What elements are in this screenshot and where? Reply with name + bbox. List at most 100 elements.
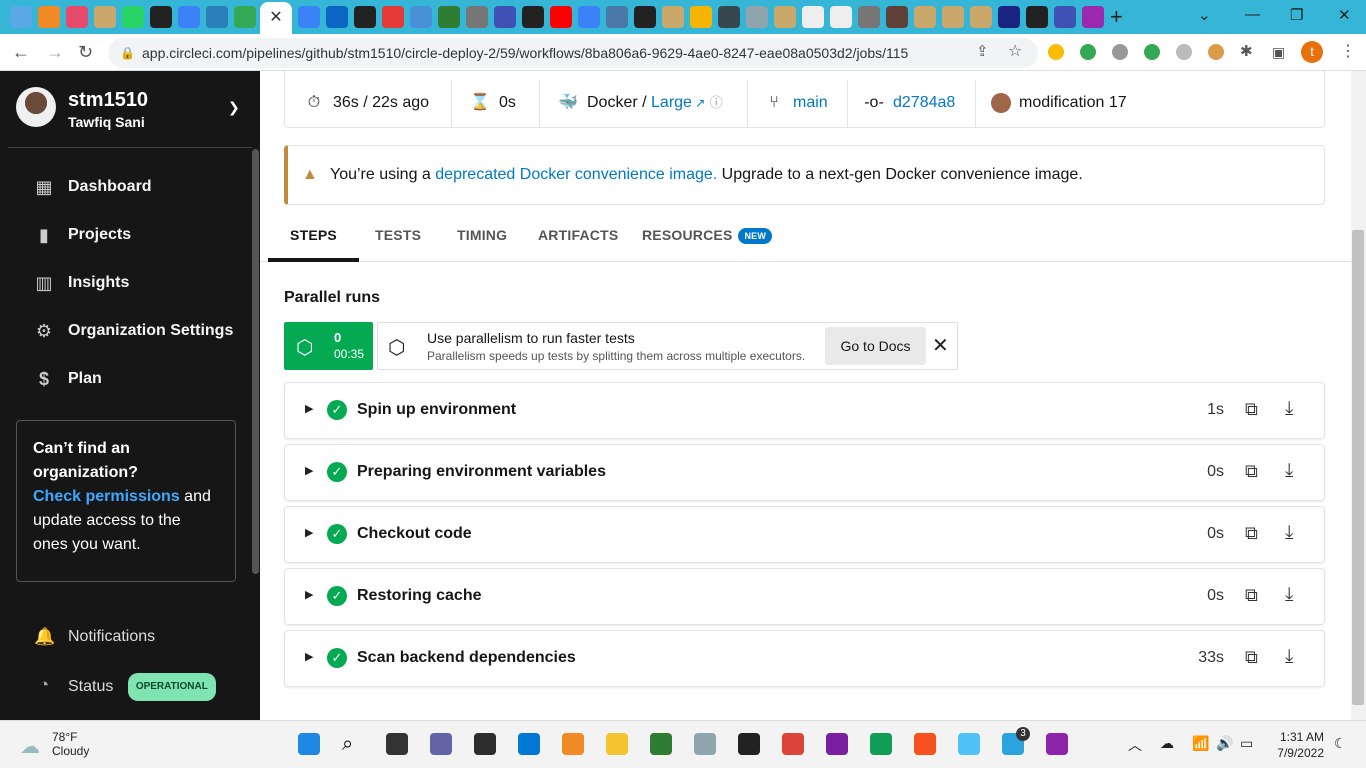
download-icon[interactable]: ⤓ xyxy=(1285,522,1293,544)
open-external-icon[interactable]: ⧉ xyxy=(1245,647,1258,668)
side-panel-icon[interactable]: ▣ xyxy=(1272,42,1285,62)
tab-favicon[interactable] xyxy=(382,6,404,28)
cloud-sync-icon[interactable]: ☁ xyxy=(1160,735,1174,752)
profile-avatar[interactable]: t xyxy=(1301,41,1323,63)
tab-favicon[interactable] xyxy=(206,6,228,28)
extension-icon[interactable] xyxy=(1176,44,1192,60)
git-client-icon[interactable] xyxy=(914,733,936,755)
url-input[interactable]: 🔒 app.circleci.com/pipelines/github/stm1… xyxy=(108,38,1038,68)
tab-favicon[interactable] xyxy=(662,6,684,28)
sidebar-item-plan[interactable]: $ Plan xyxy=(34,365,254,393)
window-close-icon[interactable]: ✕ xyxy=(1338,6,1351,24)
media-player-icon[interactable] xyxy=(738,733,760,755)
file-explorer-icon[interactable] xyxy=(606,733,628,755)
tab-favicon[interactable] xyxy=(886,6,908,28)
tab-favicon[interactable] xyxy=(858,6,880,28)
tab-favicon[interactable] xyxy=(718,6,740,28)
resource-class-link[interactable]: Large xyxy=(651,94,692,111)
tab-favicon[interactable] xyxy=(122,6,144,28)
minimize-icon[interactable]: — xyxy=(1245,6,1260,23)
network-app-icon[interactable] xyxy=(650,733,672,755)
wifi-icon[interactable]: 📶 xyxy=(1192,735,1209,752)
puzzle-extensions-icon[interactable]: ✱ xyxy=(1240,42,1253,62)
tab-steps[interactable]: STEPS xyxy=(268,227,359,262)
tor-browser-icon[interactable] xyxy=(826,733,848,755)
tab-favicon[interactable] xyxy=(178,6,200,28)
tab-favicon[interactable] xyxy=(802,6,824,28)
step-row[interactable]: ▶ ✓ Restoring cache 0s ⧉ ⤓ xyxy=(284,568,1325,625)
task-view-icon[interactable] xyxy=(386,733,408,755)
tab-favicon[interactable] xyxy=(550,6,572,28)
parallel-run-0[interactable]: ⬡ 0 00:35 xyxy=(284,322,373,370)
notepad-icon[interactable] xyxy=(958,733,980,755)
tab-favicon[interactable] xyxy=(774,6,796,28)
forward-arrow-icon[interactable]: → xyxy=(46,42,64,62)
caret-right-icon[interactable]: ▶ xyxy=(305,650,313,663)
reload-icon[interactable]: ↻ xyxy=(78,42,93,62)
tab-favicon[interactable] xyxy=(494,6,516,28)
tab-favicon[interactable] xyxy=(66,6,88,28)
tab-favicon[interactable] xyxy=(150,6,172,28)
tab-tests[interactable]: TESTS xyxy=(375,227,421,262)
tab-favicon[interactable] xyxy=(38,6,60,28)
tab-favicon[interactable] xyxy=(914,6,936,28)
tab-artifacts[interactable]: ARTIFACTS xyxy=(538,227,618,262)
sidebar-scrollbar[interactable] xyxy=(252,149,259,574)
back-arrow-icon[interactable]: ← xyxy=(12,42,30,62)
tab-favicon[interactable] xyxy=(10,6,32,28)
sidebar-item-projects[interactable]: ▮ Projects xyxy=(34,221,254,249)
step-row[interactable]: ▶ ✓ Checkout code 0s ⧉ ⤓ xyxy=(284,506,1325,563)
caret-right-icon[interactable]: ▶ xyxy=(305,526,313,539)
scanner-app-icon[interactable] xyxy=(694,733,716,755)
deprecated-image-link[interactable]: deprecated Docker convenience image. xyxy=(435,166,717,183)
sidebar-item-dashboard[interactable]: ▦ Dashboard xyxy=(34,173,254,201)
tab-favicon[interactable] xyxy=(578,6,600,28)
bookmark-star-icon[interactable]: ☆ xyxy=(1008,42,1022,62)
commit-link[interactable]: d2784a8 xyxy=(893,94,955,111)
tab-search-chevron-icon[interactable]: ⌄ xyxy=(1198,6,1211,24)
tab-favicon[interactable] xyxy=(354,6,376,28)
weather-widget[interactable]: ☁ 78°F Cloudy xyxy=(20,730,89,758)
chat-icon[interactable] xyxy=(430,733,452,755)
open-external-icon[interactable]: ⧉ xyxy=(1245,399,1258,420)
tab-close-icon[interactable]: ✕ xyxy=(260,2,292,34)
new-tab-plus-icon[interactable]: + xyxy=(1110,4,1123,30)
sidebar-item-status[interactable]: ◔ Status OPERATIONAL xyxy=(34,673,254,701)
tab-favicon[interactable] xyxy=(606,6,628,28)
volume-icon[interactable]: 🔊 xyxy=(1216,735,1233,752)
extension-icon[interactable] xyxy=(1080,44,1096,60)
chrome-icon[interactable] xyxy=(782,733,804,755)
tab-favicon[interactable] xyxy=(1054,6,1076,28)
branch-link[interactable]: main xyxy=(793,94,828,111)
open-external-icon[interactable]: ⧉ xyxy=(1245,461,1258,482)
tab-favicon[interactable] xyxy=(298,6,320,28)
browser-menu-icon[interactable]: ⋮ xyxy=(1340,42,1356,62)
caret-right-icon[interactable]: ▶ xyxy=(305,588,313,601)
battery-icon[interactable]: ▭ xyxy=(1240,735,1253,752)
tab-favicon[interactable] xyxy=(690,6,712,28)
user-avatar[interactable] xyxy=(16,87,56,127)
page-scrollbar-thumb[interactable] xyxy=(1352,230,1364,705)
extension-icon[interactable] xyxy=(1048,44,1064,60)
tab-favicon[interactable] xyxy=(970,6,992,28)
tab-resources[interactable]: RESOURCES NEW xyxy=(642,227,773,262)
tab-favicon[interactable] xyxy=(1026,6,1048,28)
download-icon[interactable]: ⤓ xyxy=(1285,646,1293,668)
tab-favicon[interactable] xyxy=(410,6,432,28)
sidebar-item-insights[interactable]: ▥ Insights xyxy=(34,269,254,297)
tab-favicon[interactable] xyxy=(466,6,488,28)
focus-moon-icon[interactable]: ☾ xyxy=(1334,735,1347,752)
caret-right-icon[interactable]: ▶ xyxy=(305,402,313,415)
extension-icon[interactable] xyxy=(1112,44,1128,60)
close-icon[interactable]: ✕ xyxy=(932,333,949,358)
chevron-down-icon[interactable]: ❯ xyxy=(228,99,240,116)
download-icon[interactable]: ⤓ xyxy=(1285,584,1293,606)
search-icon[interactable]: ⌕ xyxy=(342,733,364,755)
tab-favicon[interactable] xyxy=(438,6,460,28)
terminal-icon[interactable] xyxy=(474,733,496,755)
maximize-icon[interactable]: ❐ xyxy=(1290,6,1303,24)
step-row[interactable]: ▶ ✓ Preparing environment variables 0s ⧉… xyxy=(284,444,1325,501)
open-external-icon[interactable]: ⧉ xyxy=(1245,585,1258,606)
tab-favicon[interactable] xyxy=(326,6,348,28)
tab-favicon[interactable] xyxy=(942,6,964,28)
